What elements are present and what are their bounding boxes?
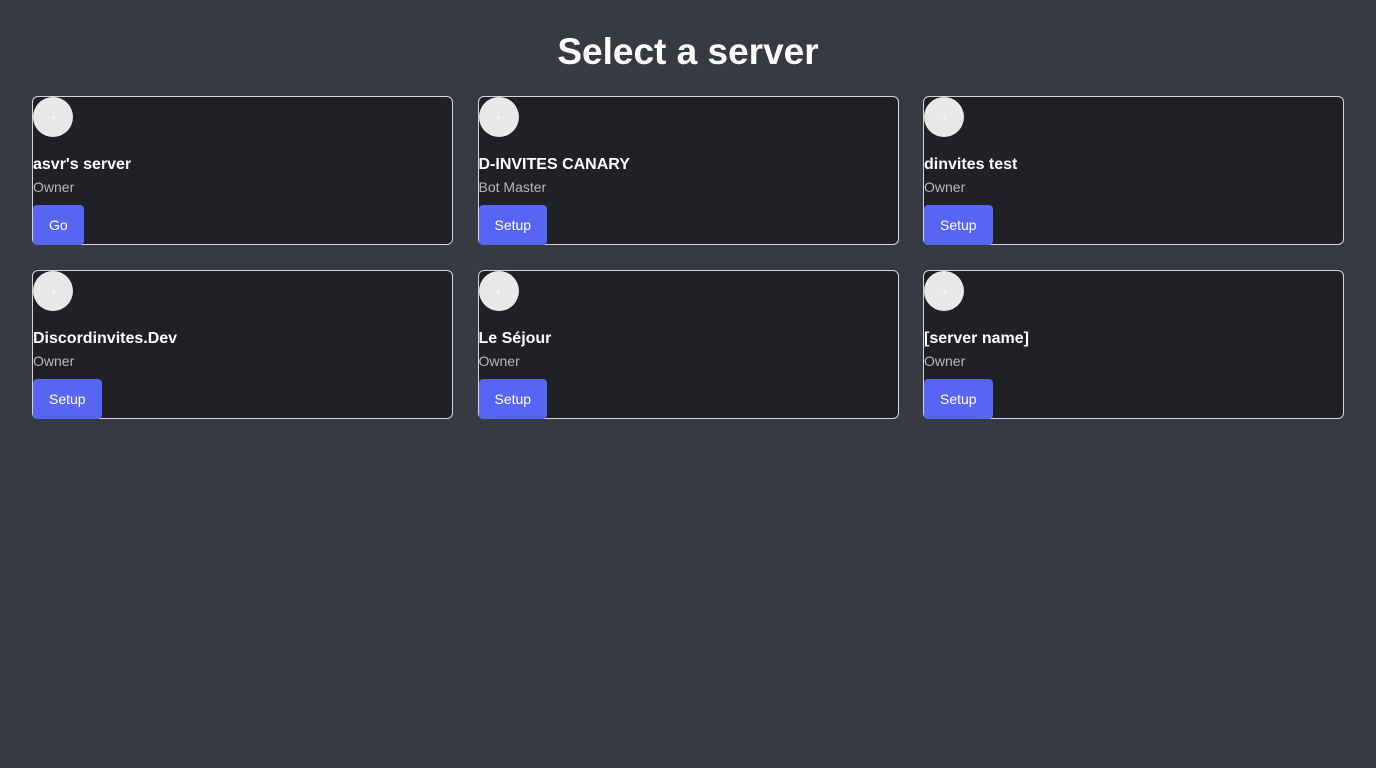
server-avatar-icon [478, 271, 519, 311]
server-role: Owner [924, 179, 966, 195]
server-card: asvr's server Owner Go [32, 96, 453, 245]
server-name: Discordinvites.Dev [33, 330, 178, 347]
server-card: D-INVITES CANARY Bot Master Setup [477, 96, 899, 245]
setup-button[interactable]: Setup [924, 379, 993, 419]
server-name: dinvites test [924, 156, 1018, 173]
setup-button[interactable]: Setup [33, 379, 102, 419]
go-button[interactable]: Go [33, 205, 84, 245]
setup-button[interactable]: Setup [924, 205, 993, 245]
server-grid: asvr's server Owner Go D-INVITES CANARY … [32, 96, 1344, 419]
page-title: Select a server [557, 31, 819, 72]
server-role: Owner [33, 179, 75, 195]
server-role: Bot Master [478, 179, 547, 195]
server-card: [server name] Owner Setup [923, 270, 1344, 419]
server-avatar-icon [33, 97, 73, 137]
server-name: asvr's server [33, 156, 132, 173]
server-card: Discordinvites.Dev Owner Setup [32, 270, 453, 419]
setup-button[interactable]: Setup [478, 379, 548, 419]
server-avatar-icon [33, 271, 73, 311]
server-role: Owner [33, 353, 75, 369]
server-name: Le Séjour [478, 330, 552, 347]
server-select-page: Select a server asvr's server Owner Go D… [0, 0, 1376, 768]
server-avatar-icon [478, 97, 519, 137]
server-role: Owner [478, 353, 520, 369]
server-avatar-icon [924, 271, 964, 311]
server-name: [server name] [924, 330, 1029, 347]
server-card: Le Séjour Owner Setup [477, 270, 899, 419]
server-role: Owner [924, 353, 966, 369]
setup-button[interactable]: Setup [478, 205, 548, 245]
server-card: dinvites test Owner Setup [923, 96, 1344, 245]
server-name: D-INVITES CANARY [478, 156, 630, 173]
server-avatar-icon [924, 97, 964, 137]
